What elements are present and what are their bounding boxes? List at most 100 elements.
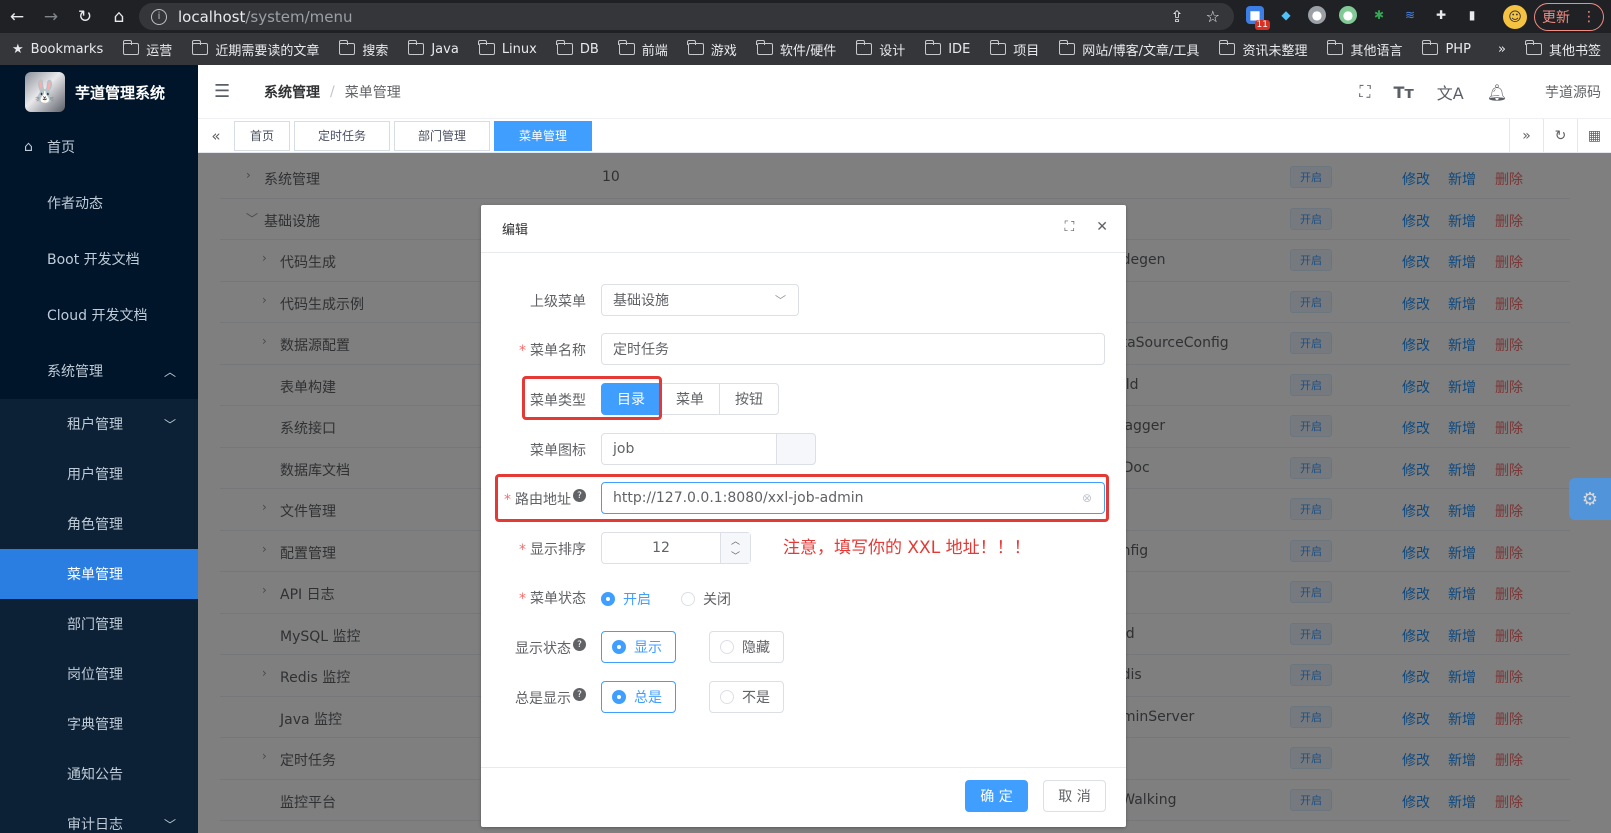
- cancel-button[interactable]: 取 消: [1043, 780, 1106, 812]
- update-button[interactable]: 更新 ⋮: [1534, 3, 1604, 31]
- bookmark-folder[interactable]: IDE: [924, 40, 970, 57]
- sidebar-item-notice[interactable]: 通知公告: [0, 749, 198, 799]
- extension-icon[interactable]: ●: [1339, 6, 1357, 24]
- folder-icon: [1218, 40, 1236, 55]
- name-input[interactable]: 定时任务: [601, 333, 1105, 365]
- scroll-left-icon[interactable]: «: [198, 127, 234, 145]
- sidebar-item-audit[interactable]: 审计日志 ﹀: [0, 799, 198, 833]
- hamburger-icon[interactable]: ☰: [198, 81, 242, 102]
- type-option-button[interactable]: 按钮: [719, 383, 779, 415]
- radio-dot: [612, 690, 626, 704]
- grid-icon[interactable]: ▦: [1577, 119, 1611, 153]
- refresh-icon[interactable]: ↻: [1543, 119, 1577, 153]
- bookmark-folder[interactable]: 网站/博客/文章/工具: [1058, 40, 1199, 59]
- radio-dot: [720, 690, 734, 704]
- status-radio-on[interactable]: 开启: [601, 589, 651, 609]
- sidebar-panel-icon[interactable]: ▮: [1463, 6, 1481, 24]
- home-icon[interactable]: ⌂: [102, 0, 136, 33]
- breadcrumb-separator: /: [330, 83, 335, 100]
- breadcrumb-item[interactable]: 系统管理: [264, 82, 320, 102]
- bookmarks-button[interactable]: ★ Bookmarks: [12, 42, 103, 57]
- translate-icon[interactable]: 文A: [1437, 80, 1464, 104]
- sidebar-item-home[interactable]: ⌂ 首页: [0, 119, 198, 175]
- icon-input[interactable]: job: [601, 433, 777, 465]
- bookmark-folder[interactable]: 设计: [855, 40, 905, 59]
- bookmark-folder[interactable]: 软件/硬件: [756, 40, 836, 59]
- stepper-up-icon[interactable]: ︿: [731, 534, 740, 547]
- profile-avatar[interactable]: ☺: [1503, 5, 1527, 29]
- puzzle-icon[interactable]: ✚: [1432, 6, 1450, 24]
- sidebar-item-tenant[interactable]: 租户管理 ﹀: [0, 399, 198, 449]
- layers-icon[interactable]: ≋: [1401, 6, 1419, 24]
- bookmark-folder[interactable]: Java: [407, 40, 459, 57]
- diamond-icon[interactable]: ◆: [1277, 6, 1295, 24]
- fullscreen-icon[interactable]: ⛶: [1359, 82, 1370, 102]
- info-icon[interactable]: i: [151, 8, 167, 25]
- tag-dept[interactable]: 部门管理: [394, 120, 490, 151]
- folder-icon: [191, 40, 209, 55]
- bookmark-folder[interactable]: 近期需要读的文章: [191, 40, 319, 59]
- extension-icon[interactable]: ■ 11: [1246, 6, 1270, 30]
- scroll-right-icon[interactable]: »: [1509, 119, 1543, 153]
- visible-radio-show[interactable]: 显示: [601, 631, 676, 663]
- bookmark-folder[interactable]: DB: [556, 40, 599, 57]
- sidebar-item-author-news[interactable]: 作者动态: [0, 175, 198, 231]
- extension-icon[interactable]: ●: [1308, 6, 1326, 24]
- tag-menu[interactable]: 菜单管理: [494, 120, 592, 151]
- sort-stepper[interactable]: 12 ︿ ﹀: [601, 532, 751, 564]
- close-icon[interactable]: ✕: [1096, 219, 1108, 235]
- status-radio-off[interactable]: 关闭: [681, 589, 731, 609]
- bookmark-folder[interactable]: 游戏: [687, 40, 737, 59]
- bookmark-folder[interactable]: 项目: [989, 40, 1039, 59]
- tag-home[interactable]: 首页: [234, 120, 290, 151]
- bookmark-folder[interactable]: 搜索: [338, 40, 388, 59]
- chevron-down-icon: ﹀: [163, 817, 176, 832]
- bookmark-folder[interactable]: 其他语言: [1326, 40, 1402, 59]
- bell-icon[interactable]: 🔔︎: [1487, 83, 1507, 102]
- folder-icon: [855, 40, 873, 55]
- logo[interactable]: 🐰 芋道管理系统: [0, 65, 198, 119]
- share-icon[interactable]: ⇪: [1170, 7, 1183, 26]
- address-bar[interactable]: i localhost/system/menu ⇪ ☆: [139, 3, 1234, 30]
- sidebar-item-depts[interactable]: 部门管理: [0, 599, 198, 649]
- type-option-menu[interactable]: 菜单: [660, 383, 720, 415]
- stepper-controls: ︿ ﹀: [720, 533, 750, 563]
- sidebar-item-users[interactable]: 用户管理: [0, 449, 198, 499]
- forward-icon[interactable]: →: [34, 0, 68, 33]
- icon-label: 菜单图标: [530, 443, 586, 459]
- sidebar-item-posts[interactable]: 岗位管理: [0, 649, 198, 699]
- more-icon[interactable]: ⋮: [1582, 9, 1596, 25]
- bookmark-star-icon[interactable]: ☆: [1206, 7, 1220, 26]
- bug-icon[interactable]: ✱: [1370, 6, 1388, 24]
- sidebar-item-roles[interactable]: 角色管理: [0, 499, 198, 549]
- stepper-down-icon[interactable]: ﹀: [731, 549, 740, 562]
- source-link[interactable]: 芋道源码: [1545, 82, 1601, 102]
- always-radio-no[interactable]: 不是: [709, 681, 784, 713]
- always-radio-yes[interactable]: 总是: [601, 681, 676, 713]
- help-icon[interactable]: ?: [573, 638, 586, 651]
- parent-select[interactable]: 基础设施 ﹀: [601, 284, 799, 316]
- visible-radio-hide[interactable]: 隐藏: [709, 631, 784, 663]
- bookmark-folder[interactable]: Linux: [478, 40, 537, 57]
- icon-preview[interactable]: [776, 433, 816, 465]
- tag-job[interactable]: 定时任务: [294, 120, 390, 151]
- sidebar-item-system[interactable]: 系统管理 ︿: [0, 343, 198, 399]
- more-bookmarks-icon[interactable]: »: [1498, 42, 1506, 57]
- sidebar-item-menus[interactable]: 菜单管理: [0, 549, 198, 599]
- bookmark-folder[interactable]: 运营: [122, 40, 172, 59]
- sidebar-item-boot-docs[interactable]: Boot 开发文档: [0, 231, 198, 287]
- font-size-icon[interactable]: Tт: [1394, 83, 1414, 102]
- sidebar-item-cloud-docs[interactable]: Cloud 开发文档: [0, 287, 198, 343]
- bookmark-folder[interactable]: 前端: [618, 40, 668, 59]
- settings-gear-icon[interactable]: ⚙: [1569, 478, 1611, 520]
- help-icon[interactable]: ?: [573, 688, 586, 701]
- other-bookmarks-folder[interactable]: 其他书签: [1525, 40, 1601, 59]
- maximize-icon[interactable]: ⛶: [1064, 219, 1074, 235]
- bookmark-folder[interactable]: PHP: [1421, 40, 1471, 57]
- confirm-button[interactable]: 确 定: [965, 780, 1028, 812]
- back-icon[interactable]: ←: [0, 0, 34, 33]
- bookmark-folder[interactable]: 资讯未整理: [1218, 40, 1307, 59]
- radio-dot: [612, 640, 626, 654]
- reload-icon[interactable]: ↻: [68, 0, 102, 33]
- sidebar-item-dict[interactable]: 字典管理: [0, 699, 198, 749]
